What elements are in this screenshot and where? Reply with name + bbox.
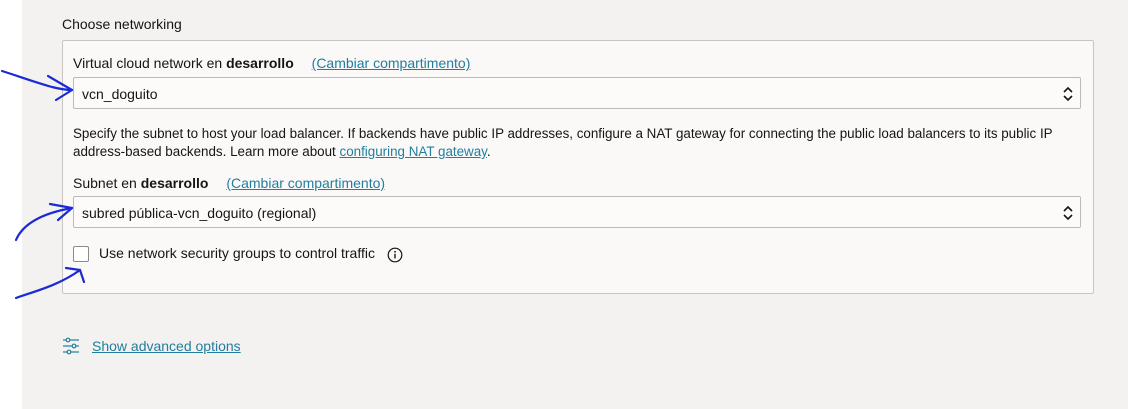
help-text: Specify the subnet to host your load bal… — [73, 126, 1053, 159]
nsg-checkbox[interactable] — [73, 246, 89, 262]
vcn-compartment-name: desarrollo — [226, 55, 294, 71]
chevron-updown-icon — [1063, 205, 1073, 221]
vcn-change-compartment-link[interactable]: (Cambiar compartimento) — [312, 55, 471, 71]
advanced-options[interactable]: Show advanced options — [62, 337, 241, 355]
show-advanced-options-link[interactable]: Show advanced options — [92, 338, 241, 354]
vcn-label: Virtual cloud network en desarrollo (Cam… — [73, 55, 470, 71]
subnet-select-value: subred pública-vcn_doguito (regional) — [82, 205, 317, 221]
vcn-select-value: vcn_doguito — [82, 86, 158, 102]
subnet-label-prefix: Subnet en — [73, 175, 137, 191]
subnet-select[interactable]: subred pública-vcn_doguito (regional) — [73, 196, 1081, 228]
help-suffix: . — [486, 144, 491, 159]
nsg-checkbox-label[interactable]: Use network security groups to control t… — [99, 245, 375, 261]
sliders-icon — [63, 337, 79, 355]
nat-gateway-link[interactable]: configuring NAT gateway — [340, 144, 487, 159]
info-icon[interactable] — [387, 247, 403, 263]
networking-panel: Virtual cloud network en desarrollo (Cam… — [62, 40, 1094, 294]
subnet-compartment-name: desarrollo — [140, 175, 209, 191]
chevron-updown-icon — [1063, 86, 1073, 102]
subnet-change-compartment-link[interactable]: (Cambiar compartimento) — [226, 175, 385, 191]
subnet-label: Subnet en desarrollo (Cambiar compartime… — [73, 175, 385, 191]
subnet-help-text: Specify the subnet to host your load bal… — [73, 125, 1073, 161]
section-title: Choose networking — [62, 16, 182, 32]
vcn-select[interactable]: vcn_doguito — [73, 77, 1081, 109]
vcn-label-prefix: Virtual cloud network en — [73, 55, 223, 71]
